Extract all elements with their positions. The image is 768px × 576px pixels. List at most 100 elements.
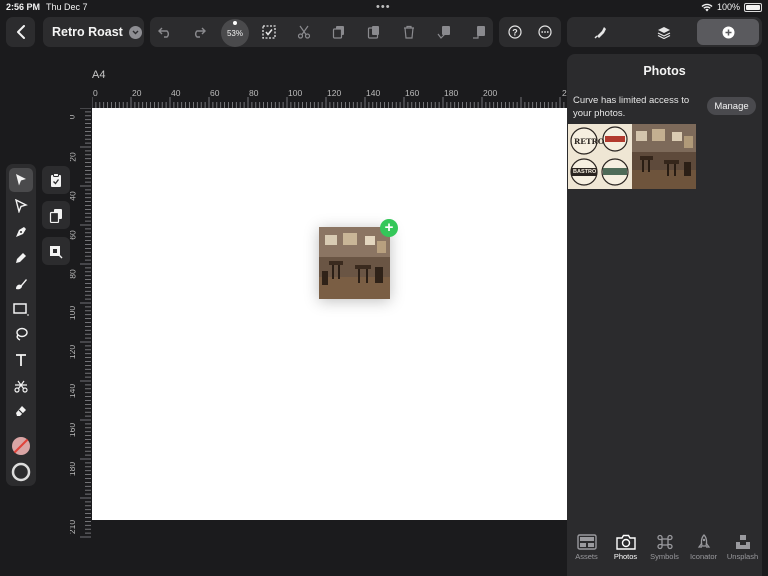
lasso-tool-icon[interactable] [9, 322, 33, 346]
help-more-group: ? [499, 17, 561, 47]
tab-add[interactable] [697, 19, 759, 45]
ruler-label: 60 [70, 230, 78, 240]
layers-icon [657, 26, 671, 39]
ruler-label: 100 [288, 88, 303, 98]
document-title: Retro Roast [52, 25, 123, 39]
more-options-icon[interactable] [537, 24, 553, 40]
ruler-label: 180 [70, 461, 78, 477]
manage-button[interactable]: Manage [707, 97, 756, 115]
zoom-value: 53% [226, 28, 243, 38]
tools-palette [6, 164, 36, 486]
photo-thumbnail-cafe[interactable] [632, 124, 696, 189]
rocket-icon [697, 534, 710, 548]
ruler-label: 80 [249, 88, 259, 98]
ruler-label: 100 [70, 305, 78, 321]
dragged-photo-item[interactable] [319, 227, 390, 299]
brush-tool-icon[interactable] [9, 272, 33, 296]
tab-label: Unsplash [726, 552, 759, 561]
ruler-label: 120 [70, 344, 78, 360]
direct-select-tool-icon[interactable] [9, 194, 33, 218]
command-icon [656, 534, 673, 550]
tab-style[interactable] [569, 19, 631, 45]
trash-icon[interactable] [401, 24, 417, 40]
ruler-label: 180 [444, 88, 459, 98]
status-bar: 2:56 PM Thu Dec 7 ••• 100% [0, 0, 768, 14]
duplicate-icon[interactable] [436, 24, 452, 40]
chevron-down-icon [128, 25, 142, 39]
ruler-vertical: 0 20 40 60 80 100 120 140 160 180 210 [70, 108, 91, 538]
tab-assets[interactable]: Assets [567, 534, 606, 561]
ruler-label: 40 [171, 88, 181, 98]
copy-icon[interactable] [331, 24, 347, 40]
multitasking-dots-icon[interactable]: ••• [376, 1, 391, 13]
photos-panel: Photos Curve has limited access to your … [567, 54, 762, 576]
clipboard-icon [51, 172, 61, 187]
status-time: 2:56 PM [6, 2, 41, 12]
copy-style-button[interactable] [42, 201, 70, 229]
ruler-label: 120 [327, 88, 342, 98]
document-copy-icon [49, 208, 62, 223]
paste-style-button[interactable] [42, 166, 70, 194]
camera-icon [615, 534, 636, 550]
paste-icon[interactable] [366, 24, 382, 40]
ruler-label: 200 [483, 88, 498, 98]
svg-text:?: ? [512, 27, 518, 37]
thumbnail-text: RETRO [574, 137, 605, 146]
ruler-label: 210 [70, 519, 78, 535]
unsplash-icon [735, 535, 750, 549]
back-button[interactable] [6, 17, 35, 47]
limited-access-notice: Curve has limited access to your photos. [573, 95, 690, 119]
fill-color-icon[interactable] [9, 434, 33, 458]
panel-bottom-tabs: Assets Photos Symbols Iconator Unsplash [567, 530, 762, 576]
ruler-horizontal: 0 20 40 60 80 100 120 140 160 180 200 2 [92, 87, 568, 108]
ruler-label: 140 [366, 88, 381, 98]
undo-icon[interactable] [157, 24, 173, 40]
ruler-label: 160 [70, 422, 78, 438]
tab-symbols[interactable]: Symbols [645, 534, 684, 561]
document-title-button[interactable]: Retro Roast [43, 17, 144, 47]
artboard-canvas[interactable] [92, 108, 568, 520]
pencil-tool-icon[interactable] [9, 246, 33, 270]
artboard-label[interactable]: A4 [92, 69, 105, 81]
select-tool-icon[interactable] [9, 168, 33, 192]
ruler-label: 140 [70, 383, 78, 399]
transform-icon [50, 245, 63, 258]
tab-label: Assets [575, 552, 598, 561]
brush-icon [594, 26, 606, 38]
cut-icon[interactable] [296, 24, 312, 40]
tab-iconator[interactable]: Iconator [684, 534, 723, 561]
ruler-label: 20 [70, 152, 78, 162]
export-icon[interactable] [471, 24, 487, 40]
stroke-color-icon[interactable] [9, 460, 33, 484]
tab-photos[interactable]: Photos [606, 534, 645, 561]
status-date: Thu Dec 7 [46, 2, 88, 12]
zoom-indicator[interactable]: 53% [221, 19, 249, 47]
thumbnail-text: BASTRO [573, 169, 597, 175]
help-icon[interactable]: ? [507, 24, 523, 40]
text-tool-icon[interactable] [9, 348, 33, 372]
wifi-icon [701, 3, 713, 11]
scissors-tool-icon[interactable] [9, 374, 33, 398]
battery-icon [744, 2, 762, 12]
photo-thumbnail-logos[interactable]: RETRO BASTRO [568, 124, 632, 189]
select-all-icon[interactable] [261, 24, 277, 40]
ruler-label: 0 [70, 115, 76, 120]
tab-layers[interactable] [633, 19, 695, 45]
pen-tool-icon[interactable] [9, 220, 33, 244]
redo-icon[interactable] [191, 24, 207, 40]
ruler-label: 20 [132, 88, 142, 98]
battery-percent: 100% [716, 2, 740, 12]
ruler-label: 60 [210, 88, 220, 98]
tab-unsplash[interactable]: Unsplash [723, 534, 762, 561]
ruler-label: 0 [93, 88, 98, 98]
chevron-left-icon [16, 25, 25, 39]
tab-label: Iconator [689, 552, 718, 561]
rectangle-tool-icon[interactable] [9, 297, 33, 321]
eraser-tool-icon[interactable] [9, 399, 33, 423]
ruler-label: 40 [70, 191, 78, 201]
tab-label: Photos [613, 552, 638, 561]
panel-title: Photos [643, 64, 686, 78]
transform-button[interactable] [42, 237, 70, 265]
edit-toolbar [150, 17, 493, 47]
tab-label: Symbols [650, 552, 679, 561]
